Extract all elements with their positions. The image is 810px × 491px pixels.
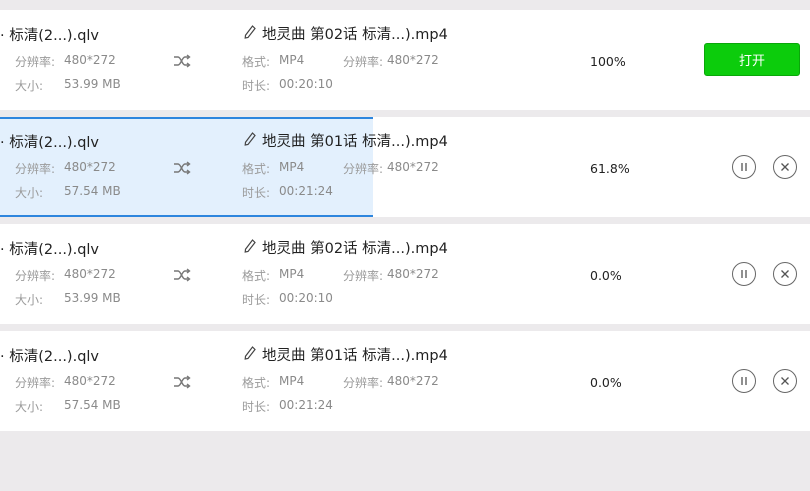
source-resolution-value: 480*272 bbox=[64, 374, 116, 388]
source-size-label: 大小: bbox=[15, 293, 44, 307]
convert-arrow-icon bbox=[174, 161, 191, 175]
target-resolution-label: 分辨率: bbox=[343, 269, 384, 283]
rename-pencil-icon[interactable] bbox=[244, 346, 256, 360]
source-size-label: 大小: bbox=[15, 79, 44, 93]
target-resolution-value: 480*272 bbox=[387, 374, 439, 388]
convert-arrow-icon bbox=[174, 268, 191, 282]
target-format-label: 格式: bbox=[242, 162, 271, 176]
pause-icon bbox=[741, 163, 747, 171]
convert-arrow-icon bbox=[174, 54, 191, 68]
target-file-name: 地灵曲 第01话 标清...).mp4 bbox=[262, 134, 448, 150]
target-format-value: MP4 bbox=[279, 160, 305, 174]
progress-line-bottom bbox=[0, 215, 373, 217]
source-size-label: 大小: bbox=[15, 400, 44, 414]
target-duration-value: 00:20:10 bbox=[279, 291, 333, 305]
source-resolution-label: 分辨率: bbox=[15, 162, 56, 176]
target-resolution-value: 480*272 bbox=[387, 53, 439, 67]
source-resolution-value: 480*272 bbox=[64, 267, 116, 281]
source-resolution-value: 480*272 bbox=[64, 160, 116, 174]
target-resolution-label: 分辨率: bbox=[343, 376, 384, 390]
task-row[interactable]: · 标清(2...).qlv 分辨率: 480*272 大小: 57.54 MB… bbox=[0, 117, 810, 217]
progress-line-top bbox=[0, 117, 373, 119]
rename-pencil-icon[interactable] bbox=[244, 239, 256, 253]
target-format-value: MP4 bbox=[279, 374, 305, 388]
source-size-value: 53.99 MB bbox=[64, 291, 121, 305]
open-button[interactable]: 打开 bbox=[704, 43, 800, 76]
close-icon bbox=[781, 377, 789, 385]
rename-pencil-icon[interactable] bbox=[244, 132, 256, 146]
target-duration-label: 时长: bbox=[242, 293, 271, 307]
source-size-value: 53.99 MB bbox=[64, 77, 121, 91]
target-format-label: 格式: bbox=[242, 269, 271, 283]
source-file-name: · 标清(2...).qlv bbox=[0, 242, 100, 258]
target-duration-label: 时长: bbox=[242, 186, 271, 200]
progress-percent: 61.8% bbox=[590, 161, 630, 176]
top-separator bbox=[0, 0, 810, 10]
progress-percent: 100% bbox=[590, 54, 626, 69]
target-resolution-value: 480*272 bbox=[387, 160, 439, 174]
cancel-button[interactable] bbox=[773, 155, 797, 179]
source-resolution-label: 分辨率: bbox=[15, 376, 56, 390]
progress-percent: 0.0% bbox=[590, 375, 622, 390]
source-resolution-label: 分辨率: bbox=[15, 55, 56, 69]
source-resolution-label: 分辨率: bbox=[15, 269, 56, 283]
convert-arrow-icon bbox=[174, 375, 191, 389]
source-resolution-value: 480*272 bbox=[64, 53, 116, 67]
target-format-label: 格式: bbox=[242, 376, 271, 390]
source-size-value: 57.54 MB bbox=[64, 184, 121, 198]
pause-button[interactable] bbox=[732, 155, 756, 179]
rename-pencil-icon[interactable] bbox=[244, 25, 256, 39]
progress-percent: 0.0% bbox=[590, 268, 622, 283]
target-file-name: 地灵曲 第02话 标清...).mp4 bbox=[262, 27, 448, 43]
target-format-value: MP4 bbox=[279, 53, 305, 67]
target-resolution-label: 分辨率: bbox=[343, 55, 384, 69]
pause-button[interactable] bbox=[732, 262, 756, 286]
task-row[interactable]: · 标清(2...).qlv 分辨率: 480*272 大小: 53.99 MB… bbox=[0, 224, 810, 324]
task-row[interactable]: · 标清(2...).qlv 分辨率: 480*272 大小: 57.54 MB… bbox=[0, 331, 810, 431]
source-size-value: 57.54 MB bbox=[64, 398, 121, 412]
cancel-button[interactable] bbox=[773, 262, 797, 286]
source-file-name: · 标清(2...).qlv bbox=[0, 349, 100, 365]
pause-button[interactable] bbox=[732, 369, 756, 393]
target-format-value: MP4 bbox=[279, 267, 305, 281]
cancel-button[interactable] bbox=[773, 369, 797, 393]
task-row[interactable]: · 标清(2...).qlv 分辨率: 480*272 大小: 53.99 MB… bbox=[0, 10, 810, 110]
close-icon bbox=[781, 163, 789, 171]
source-file-name: · 标清(2...).qlv bbox=[0, 28, 100, 44]
target-duration-label: 时长: bbox=[242, 79, 271, 93]
pause-icon bbox=[741, 377, 747, 385]
pause-icon bbox=[741, 270, 747, 278]
target-resolution-label: 分辨率: bbox=[343, 162, 384, 176]
close-icon bbox=[781, 270, 789, 278]
target-file-name: 地灵曲 第01话 标清...).mp4 bbox=[262, 348, 448, 364]
open-button-label: 打开 bbox=[738, 54, 765, 69]
target-file-name: 地灵曲 第02话 标清...).mp4 bbox=[262, 241, 448, 257]
target-format-label: 格式: bbox=[242, 55, 271, 69]
target-resolution-value: 480*272 bbox=[387, 267, 439, 281]
source-size-label: 大小: bbox=[15, 186, 44, 200]
target-duration-value: 00:20:10 bbox=[279, 77, 333, 91]
target-duration-value: 00:21:24 bbox=[279, 184, 333, 198]
source-file-name: · 标清(2...).qlv bbox=[0, 135, 100, 151]
target-duration-value: 00:21:24 bbox=[279, 398, 333, 412]
target-duration-label: 时长: bbox=[242, 400, 271, 414]
